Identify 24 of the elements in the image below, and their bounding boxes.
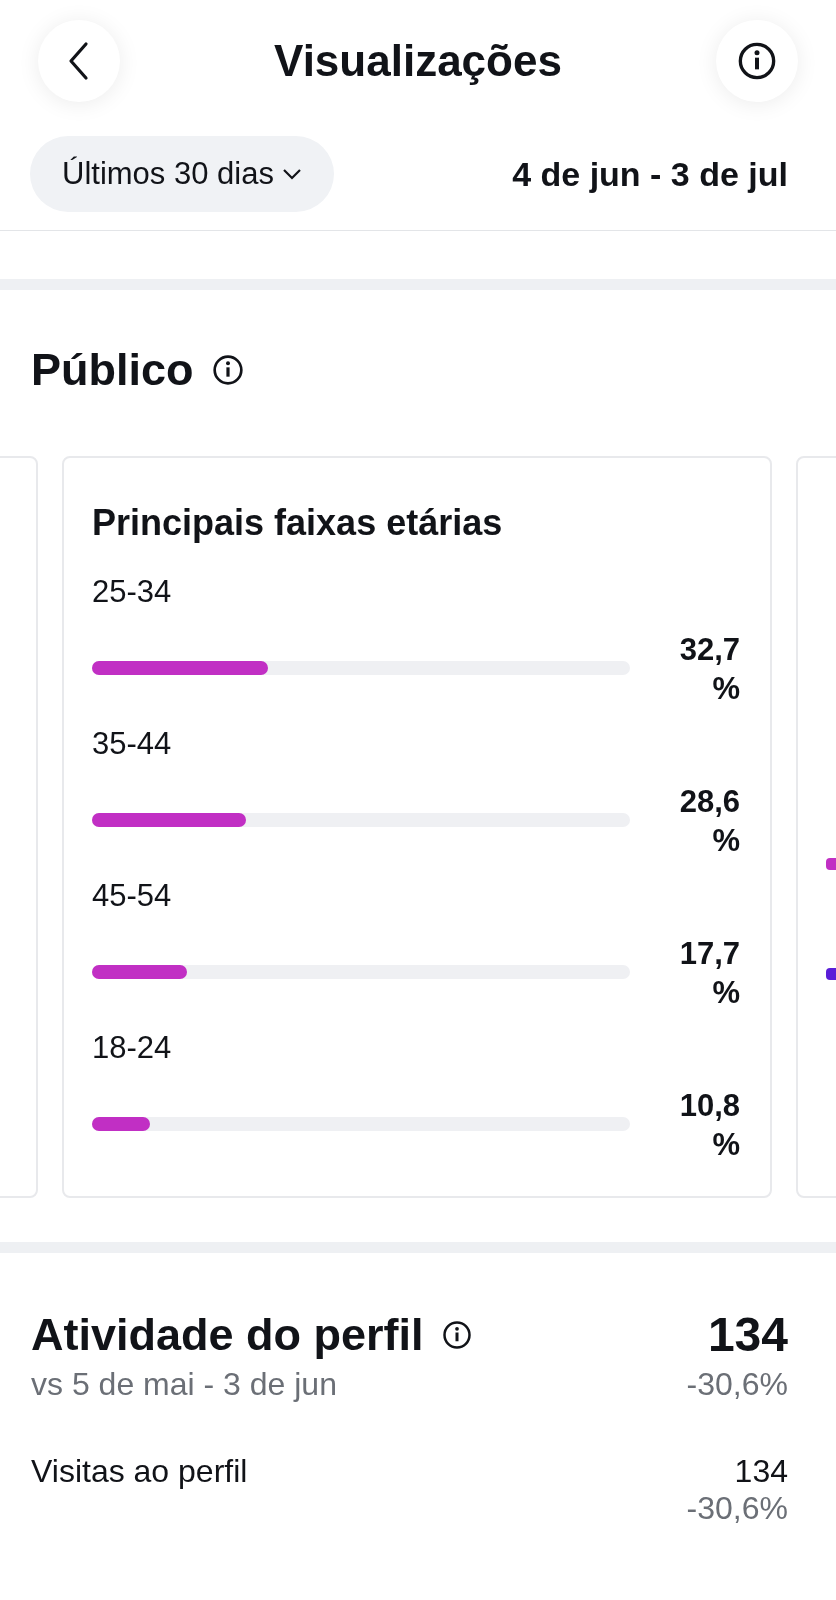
period-dropdown[interactable]: Últimos 30 dias <box>30 136 334 212</box>
comparison-period: vs 5 de mai - 3 de jun <box>31 1366 337 1403</box>
page-title: Visualizações <box>274 36 562 86</box>
age-range-label: 35-44 <box>92 726 173 763</box>
info-icon[interactable] <box>211 354 244 386</box>
age-range-label: 18-24 <box>92 1030 173 1067</box>
date-range: 4 de jun - 3 de jul <box>512 154 788 194</box>
metric-value: 134 <box>734 1453 788 1490</box>
age-range-label: 25-34 <box>92 574 173 611</box>
change-percentage: -30,6% <box>686 1366 788 1403</box>
card-title: Principais faixas etárias <box>92 502 504 544</box>
section-title: Público <box>31 344 194 396</box>
chevron-down-icon <box>281 168 302 180</box>
info-icon[interactable] <box>441 1319 472 1350</box>
section-title: Atividade do perfil <box>31 1308 424 1361</box>
metric-label: Visitas ao perfil <box>31 1453 248 1491</box>
percentage-value: 17,7 % <box>678 935 740 1012</box>
percentage-value: 32,7 % <box>678 631 740 708</box>
percentage-value: 28,6 % <box>678 783 740 860</box>
percentage-value: 10,8 % <box>678 1087 740 1164</box>
age-range-label: 45-54 <box>92 878 173 915</box>
info-icon <box>737 41 777 81</box>
change-percentage: -30,6% <box>686 1490 788 1527</box>
total-value: 134 <box>707 1307 788 1362</box>
